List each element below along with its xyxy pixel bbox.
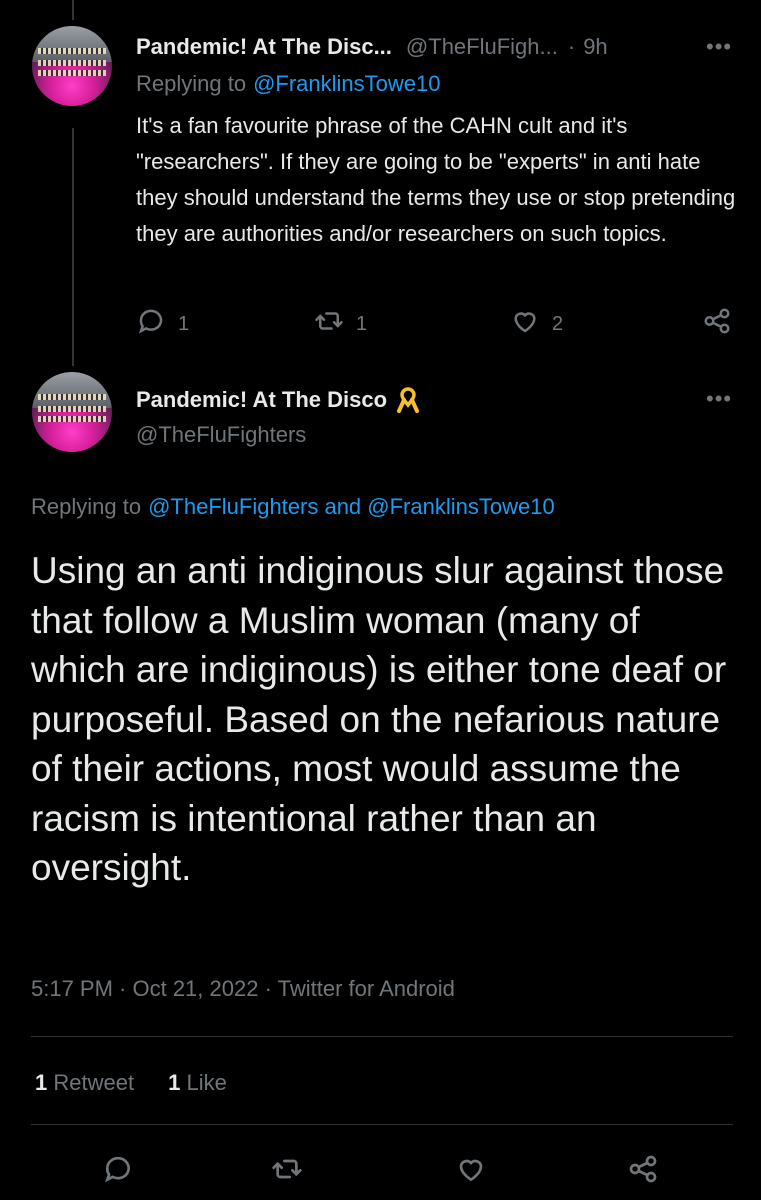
main-display-name[interactable]: Pandemic! At The Disco [136, 387, 387, 413]
likes-stat[interactable]: 1 Like [168, 1070, 227, 1096]
retweet-icon[interactable] [271, 1153, 303, 1190]
more-icon[interactable]: ••• [706, 386, 732, 412]
retweet-icon [314, 306, 344, 342]
like-count: 2 [552, 312, 564, 335]
retweets-count: 1 [35, 1070, 48, 1095]
thread-line-top [72, 0, 74, 20]
main-replying-to: Replying to @TheFluFighters and @Frankli… [31, 494, 555, 520]
share-icon [702, 306, 732, 342]
main-author-row: Pandemic! At The Disco [136, 386, 420, 414]
likes-count: 1 [168, 1070, 181, 1095]
reply-author-row: Pandemic! At The Disc... @TheFluFigh... … [136, 34, 608, 60]
retweet-button[interactable]: 1 [314, 306, 367, 342]
replying-to-handle[interactable]: @FranklinsTowe10 [253, 71, 440, 97]
like-icon [510, 306, 540, 342]
reply-icon [136, 306, 166, 342]
replying-to-prefix: Replying to [136, 71, 247, 96]
tweet-timestamp[interactable]: 5:17 PM · Oct 21, 2022 · Twitter for And… [31, 976, 455, 1002]
share-icon[interactable] [627, 1153, 659, 1190]
ribbon-icon [397, 386, 420, 414]
main-handle[interactable]: @TheFluFighters [136, 422, 306, 448]
thread-line [72, 128, 74, 366]
more-icon[interactable]: ••• [706, 34, 732, 60]
replying-to-handles[interactable]: @TheFluFighters and @FranklinsTowe10 [148, 494, 555, 520]
reply-display-name[interactable]: Pandemic! At The Disc... [136, 34, 392, 60]
reply-handle[interactable]: @TheFluFigh... [406, 34, 558, 60]
tweet-stats: 1 Retweet 1 Like [35, 1070, 227, 1096]
avatar[interactable] [32, 372, 112, 452]
main-tweet-text: Using an anti indiginous slur against th… [31, 550, 727, 888]
reply-tweet-text: It's a fan favourite phrase of the CAHN … [136, 113, 736, 246]
retweets-label: Retweet [53, 1070, 135, 1095]
reply-separator: · [567, 34, 576, 59]
likes-label: Like [186, 1070, 227, 1095]
divider [31, 1036, 733, 1037]
retweets-stat[interactable]: 1 Retweet [35, 1070, 134, 1096]
reply-icon[interactable] [102, 1153, 134, 1190]
reply-button[interactable]: 1 [136, 306, 189, 342]
like-icon[interactable] [455, 1153, 487, 1190]
reply-replying-to: Replying to @FranklinsTowe10 [136, 71, 441, 97]
main-handle-row: @TheFluFighters [136, 422, 306, 448]
avatar[interactable] [32, 26, 112, 106]
retweet-count: 1 [356, 312, 368, 335]
reply-count: 1 [178, 312, 190, 335]
share-button[interactable] [702, 306, 732, 342]
reply-time[interactable]: 9h [583, 34, 607, 60]
like-button[interactable]: 2 [510, 306, 563, 342]
divider [31, 1124, 733, 1125]
replying-to-prefix: Replying to [31, 494, 142, 519]
